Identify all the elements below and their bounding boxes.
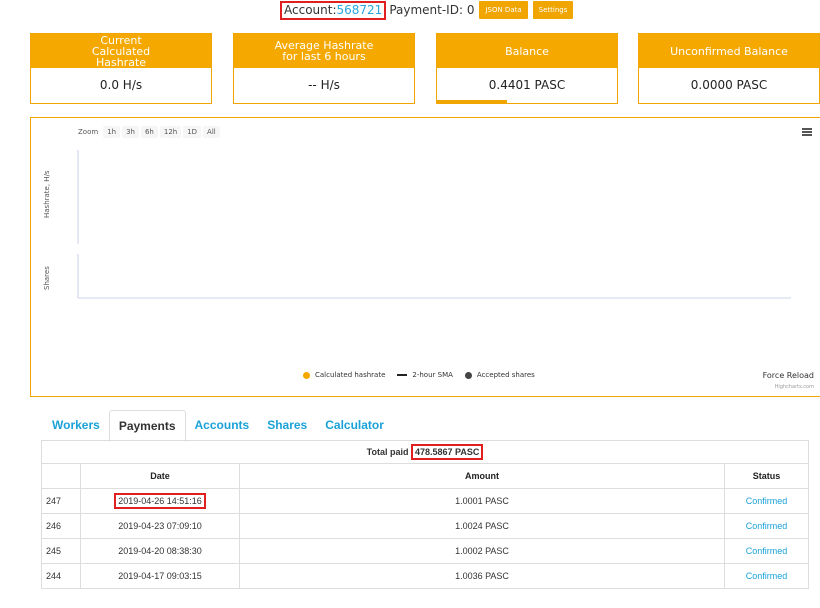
- row-status[interactable]: Confirmed: [724, 563, 809, 589]
- card-value: 0.0 H/s: [99, 78, 143, 92]
- zoom-label: Zoom: [78, 128, 99, 136]
- total-paid-row: Total paid 478.5867 PASC: [41, 440, 809, 464]
- card-current-hashrate: Current Calculated Hashrate 0.0 H/s: [30, 33, 212, 104]
- legend-hashrate-label: Calculated hashrate: [315, 371, 386, 379]
- card-title: Current Calculated Hashrate: [31, 34, 211, 68]
- row-date: 2019-04-17 09:03:15: [80, 563, 240, 589]
- table-row: 245 2019-04-20 08:38:30 1.0002 PASC Conf…: [41, 538, 809, 564]
- zoom-all-button[interactable]: All: [203, 126, 220, 138]
- col-header-id: [41, 463, 81, 489]
- zoom-6h-button[interactable]: 6h: [140, 126, 158, 138]
- account-id-link[interactable]: 568721: [337, 3, 383, 17]
- payments-table-container: Total paid 478.5867 PASC Date Amount Sta…: [41, 440, 809, 589]
- col-header-status[interactable]: Status: [724, 463, 809, 489]
- row-status[interactable]: Confirmed: [724, 488, 809, 514]
- row-amount: 1.0002 PASC: [239, 538, 725, 564]
- card-value: -- H/s: [308, 78, 340, 92]
- card-title: Balance: [437, 34, 617, 68]
- col-header-date[interactable]: Date: [80, 463, 240, 489]
- zoom-12h-button[interactable]: 12h: [159, 126, 182, 138]
- row-status[interactable]: Confirmed: [724, 538, 809, 564]
- row-amount: 1.0024 PASC: [239, 513, 725, 539]
- row-status[interactable]: Confirmed: [724, 513, 809, 539]
- legend-sma[interactable]: 2-hour SMA: [397, 371, 453, 379]
- tab-shares[interactable]: Shares: [258, 410, 316, 440]
- account-highlight: Account:568721: [280, 0, 387, 20]
- settings-button[interactable]: Settings: [532, 1, 574, 19]
- legend-hashrate[interactable]: Calculated hashrate: [303, 371, 385, 379]
- y-axis-label-hashrate: Hashrate, H/s: [43, 170, 51, 218]
- row-amount: 1.0036 PASC: [239, 563, 725, 589]
- tab-payments[interactable]: Payments: [108, 410, 186, 442]
- tab-calculator[interactable]: Calculator: [316, 410, 393, 440]
- balance-progress-bar: [437, 100, 507, 103]
- table-header: Date Amount Status: [41, 463, 809, 489]
- card-value: 0.0000 PASC: [690, 78, 768, 92]
- payments-table: Total paid 478.5867 PASC Date Amount Sta…: [41, 440, 809, 589]
- card-average-hashrate: Average Hashrate for last 6 hours -- H/s: [233, 33, 415, 104]
- total-paid-label: Total paid: [366, 447, 409, 457]
- table-row: 247 2019-04-26 14:51:16 1.0001 PASC Conf…: [41, 488, 809, 514]
- zoom-1d-button[interactable]: 1D: [183, 126, 202, 138]
- account-bar: Account:568721 Payment-ID: 0 JSON Data S…: [0, 0, 820, 22]
- table-row: 246 2019-04-23 07:09:10 1.0024 PASC Conf…: [41, 513, 809, 539]
- row-date: 2019-04-23 07:09:10: [80, 513, 240, 539]
- zoom-controls: Zoom 1h 3h 6h 12h 1D All: [78, 126, 220, 138]
- legend-shares-dot-icon: [464, 371, 472, 379]
- y-axis-label-shares: Shares: [43, 266, 51, 290]
- row-id: 246: [41, 513, 81, 539]
- json-data-button[interactable]: JSON Data: [479, 1, 528, 19]
- tab-bar: Workers Payments Accounts Shares Calcula…: [43, 410, 393, 442]
- legend-hashrate-dot-icon: [303, 371, 310, 379]
- total-paid-value: 478.5867 PASC: [410, 444, 484, 460]
- tab-workers[interactable]: Workers: [43, 410, 109, 440]
- hamburger-menu-icon[interactable]: [802, 128, 812, 136]
- hashrate-chart: Zoom 1h 3h 6h 12h 1D All Hashrate, H/s S…: [30, 117, 820, 397]
- row-date: 2019-04-26 14:51:16: [114, 493, 206, 509]
- card-title: Average Hashrate for last 6 hours: [234, 34, 414, 68]
- row-id: 245: [41, 538, 81, 564]
- legend-shares-label: Accepted shares: [476, 371, 535, 379]
- card-balance: Balance 0.4401 PASC: [436, 33, 618, 104]
- col-header-amount[interactable]: Amount: [239, 463, 725, 489]
- card-value: 0.4401 PASC: [488, 78, 566, 92]
- legend-sma-line-icon: [397, 374, 408, 376]
- legend-sma-label: 2-hour SMA: [412, 371, 453, 379]
- plot-area: [77, 150, 791, 299]
- legend-shares[interactable]: Accepted shares: [464, 371, 535, 379]
- account-label: Account:: [284, 2, 337, 17]
- zoom-3h-button[interactable]: 3h: [122, 126, 139, 138]
- row-amount: 1.0001 PASC: [239, 488, 725, 514]
- card-unconfirmed-balance: Unconfirmed Balance 0.0000 PASC: [638, 33, 820, 104]
- table-row: 244 2019-04-17 09:03:15 1.0036 PASC Conf…: [41, 563, 809, 589]
- row-id: 247: [41, 488, 81, 514]
- payment-id: Payment-ID: 0: [389, 3, 475, 17]
- highcharts-credits[interactable]: Highcharts.com: [775, 384, 814, 390]
- card-title: Unconfirmed Balance: [639, 34, 819, 68]
- row-date: 2019-04-20 08:38:30: [80, 538, 240, 564]
- force-reload-link[interactable]: Force Reload: [763, 371, 814, 380]
- zoom-1h-button[interactable]: 1h: [103, 126, 121, 138]
- tab-accounts[interactable]: Accounts: [186, 410, 259, 440]
- row-id: 244: [41, 563, 81, 589]
- chart-legend: Calculated hashrate 2-hour SMA Accepted …: [303, 371, 547, 379]
